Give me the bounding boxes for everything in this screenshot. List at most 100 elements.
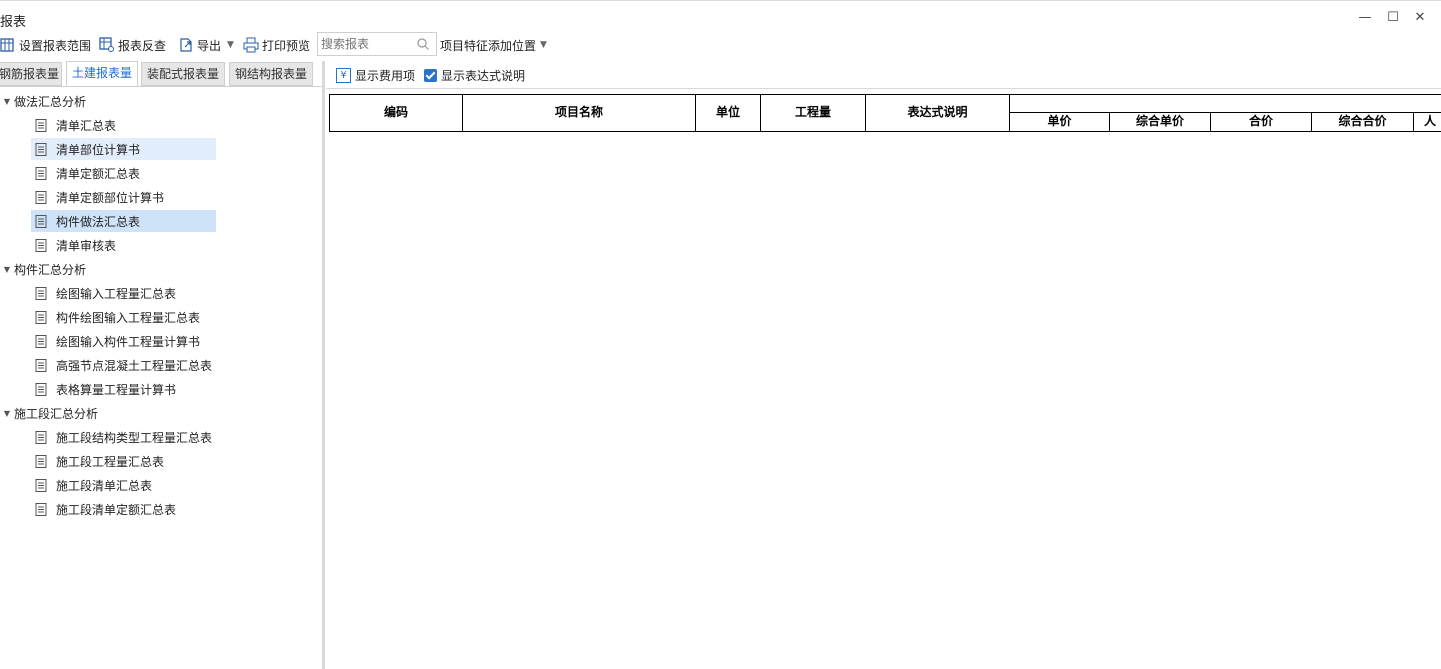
chevron-down-icon: ▼ (540, 40, 547, 50)
document-icon (35, 118, 47, 132)
header-expression: 表达式说明 (865, 94, 1010, 132)
tree-item-label: 清单定额汇总表 (56, 166, 141, 181)
panel-splitter[interactable] (322, 61, 325, 669)
document-icon (35, 214, 47, 228)
report-tree-panel: ▼ 做法汇总分析 清单汇总表 清单部位计算书 清单定额汇总表 清单定额部位计算书… (0, 86, 322, 669)
header-quantity: 工程量 (760, 94, 866, 132)
show-fee-toggle[interactable]: ¥ 显示费用项 (336, 65, 415, 85)
tree-group-component-summary[interactable]: ▼ 构件汇总分析 (0, 258, 86, 280)
header-composite-total-price: 综合合价 (1311, 112, 1414, 132)
export-label: 导出 (197, 38, 222, 53)
tab-civil[interactable]: 土建报表量 (66, 61, 138, 87)
checkbox-checked-icon (424, 68, 437, 82)
document-icon (35, 382, 47, 396)
header-item-name: 项目名称 (462, 94, 696, 132)
tree-item-section-bill-quota-summary[interactable]: 施工段清单定额汇总表 (31, 498, 216, 520)
document-icon (35, 358, 47, 372)
show-fee-label: 显示费用项 (355, 68, 416, 83)
toolbar: 设置报表范围 报表反查 导出 ▼ 打印预览 项目特征添加位置 ▼ (0, 31, 1441, 59)
feature-position-dropdown[interactable]: 项目特征添加位置 ▼ (440, 34, 547, 56)
tree-group-method-summary[interactable]: ▼ 做法汇总分析 (0, 90, 86, 112)
export-icon (180, 38, 192, 52)
print-preview-label: 打印预览 (262, 38, 311, 53)
document-icon (35, 478, 47, 492)
tree-group-label: 做法汇总分析 (14, 94, 87, 109)
tree-item-label: 构件绘图输入工程量汇总表 (56, 310, 201, 325)
header-price-group (1009, 94, 1441, 113)
tab-steel-structure[interactable]: 钢结构报表量 (229, 62, 313, 86)
set-report-range-button[interactable]: 设置报表范围 (0, 34, 91, 56)
tree-group-label: 施工段汇总分析 (14, 406, 99, 421)
title-bar: 报表 — ☐ ✕ (0, 0, 1441, 30)
tree-item-label: 绘图输入工程量汇总表 (56, 286, 177, 301)
tree-item-bill-summary[interactable]: 清单汇总表 (31, 114, 216, 136)
tab-prefab[interactable]: 装配式报表量 (141, 62, 225, 86)
report-reverse-check-button[interactable]: 报表反查 (99, 34, 166, 56)
document-icon (35, 286, 47, 300)
report-table-header: 编码 项目名称 单位 工程量 表达式说明 单价 综合单价 合价 综合合价 人 (329, 94, 1441, 132)
tree-item-bill-location-calc[interactable]: 清单部位计算书 (31, 138, 216, 160)
tree-item-drawing-input-summary[interactable]: 绘图输入工程量汇总表 (31, 282, 216, 304)
tree-item-label: 清单汇总表 (56, 118, 117, 133)
header-unit: 单位 (695, 94, 761, 132)
close-button[interactable]: ✕ (1411, 9, 1429, 27)
tree-group-label: 构件汇总分析 (14, 262, 87, 277)
document-icon (35, 454, 47, 468)
tree-item-component-drawing-summary[interactable]: 构件绘图输入工程量汇总表 (31, 306, 216, 328)
search-icon (417, 38, 429, 50)
window-title: 报表 (0, 15, 27, 30)
tree-item-high-strength-concrete-summary[interactable]: 高强节点混凝土工程量汇总表 (31, 354, 216, 376)
header-composite-unit-price: 综合单价 (1109, 112, 1211, 132)
tree-item-label: 清单部位计算书 (56, 142, 141, 157)
tree-group-construction-section-summary[interactable]: ▼ 施工段汇总分析 (0, 402, 98, 424)
tree-item-label: 施工段清单定额汇总表 (56, 502, 177, 517)
report-reverse-check-label: 报表反查 (118, 38, 167, 53)
set-report-range-label: 设置报表范围 (19, 38, 92, 53)
document-icon (35, 142, 47, 156)
header-code: 编码 (329, 94, 463, 132)
export-button[interactable]: 导出 ▼ (178, 34, 234, 56)
tree-item-label: 高强节点混凝土工程量汇总表 (56, 358, 213, 373)
tree-item-label: 清单定额部位计算书 (56, 190, 165, 205)
tree-item-section-quantity-summary[interactable]: 施工段工程量汇总表 (31, 450, 216, 472)
tab-rebar[interactable]: 钢筋报表量 (0, 62, 62, 86)
grid-range-icon (0, 38, 14, 52)
tree-item-label: 清单审核表 (56, 238, 117, 253)
expand-arrow-icon: ▼ (3, 96, 11, 106)
search-input[interactable] (318, 33, 414, 55)
header-labor-truncated: 人 (1413, 112, 1441, 132)
document-icon (35, 334, 47, 348)
document-icon (35, 166, 47, 180)
tree-item-table-quantity-calc[interactable]: 表格算量工程量计算书 (31, 378, 216, 400)
report-options-bar: ¥ 显示费用项 显示表达式说明 (330, 62, 1441, 88)
report-tabs: 钢筋报表量 土建报表量 装配式报表量 钢结构报表量 (0, 61, 322, 87)
report-search-box (317, 32, 437, 56)
expand-arrow-icon: ▼ (3, 264, 11, 274)
tree-item-drawing-component-calc[interactable]: 绘图输入构件工程量计算书 (31, 330, 216, 352)
document-icon (35, 430, 47, 444)
tree-item-label: 表格算量工程量计算书 (56, 382, 177, 397)
tree-item-label: 施工段工程量汇总表 (56, 454, 165, 469)
tree-item-component-method-summary[interactable]: 构件做法汇总表 (31, 210, 216, 232)
tree-item-section-bill-summary[interactable]: 施工段清单汇总表 (31, 474, 216, 496)
maximize-button[interactable]: ☐ (1384, 9, 1402, 27)
print-preview-button[interactable]: 打印预览 (243, 34, 310, 56)
tree-item-label: 施工段结构类型工程量汇总表 (56, 430, 213, 445)
header-total-price: 合价 (1210, 112, 1312, 132)
tree-item-label: 构件做法汇总表 (56, 214, 141, 229)
document-icon (35, 310, 47, 324)
divider (326, 88, 1441, 89)
tree-item-bill-quota-location-calc[interactable]: 清单定额部位计算书 (31, 186, 216, 208)
document-icon (35, 502, 47, 516)
feature-position-label: 项目特征添加位置 (440, 38, 537, 53)
show-expression-label: 显示表达式说明 (441, 68, 526, 83)
yen-icon: ¥ (336, 67, 351, 83)
document-icon (35, 190, 47, 204)
show-expression-checkbox[interactable]: 显示表达式说明 (424, 65, 525, 85)
tree-item-label: 施工段清单汇总表 (56, 478, 153, 493)
tree-item-bill-review[interactable]: 清单审核表 (31, 234, 216, 256)
tree-item-bill-quota-summary[interactable]: 清单定额汇总表 (31, 162, 216, 184)
tree-item-section-structure-type-summary[interactable]: 施工段结构类型工程量汇总表 (31, 426, 216, 448)
header-unit-price: 单价 (1009, 112, 1110, 132)
minimize-button[interactable]: — (1356, 9, 1374, 27)
